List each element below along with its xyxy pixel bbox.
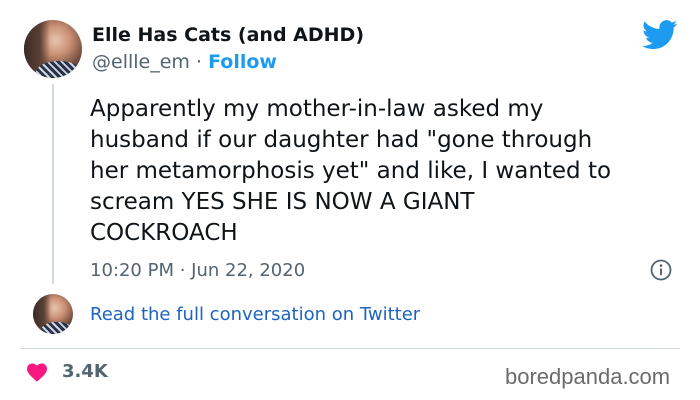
thread-line bbox=[52, 84, 54, 284]
twitter-bird-icon[interactable] bbox=[642, 20, 678, 50]
read-full-conversation-link[interactable]: Read the full conversation on Twitter bbox=[90, 304, 420, 325]
conversation-avatar[interactable] bbox=[33, 294, 73, 334]
author-name[interactable]: Elle Has Cats (and ADHD) bbox=[92, 24, 364, 46]
author-avatar[interactable] bbox=[24, 20, 82, 78]
author-handle-row: @ellle_em · Follow bbox=[92, 51, 277, 73]
tweet-text: Apparently my mother-in-law asked my hus… bbox=[90, 96, 612, 246]
tweet-timestamp[interactable]: 10:20 PM · Jun 22, 2020 bbox=[90, 260, 305, 281]
watermark: boredpanda.com bbox=[505, 364, 671, 389]
author-handle[interactable]: @ellle_em bbox=[92, 51, 190, 73]
follow-link[interactable]: Follow bbox=[208, 51, 277, 73]
like-count: 3.4K bbox=[62, 361, 108, 382]
heart-icon[interactable] bbox=[26, 362, 48, 382]
handle-separator: · bbox=[195, 51, 203, 73]
divider bbox=[20, 348, 680, 349]
info-icon[interactable] bbox=[650, 259, 672, 281]
